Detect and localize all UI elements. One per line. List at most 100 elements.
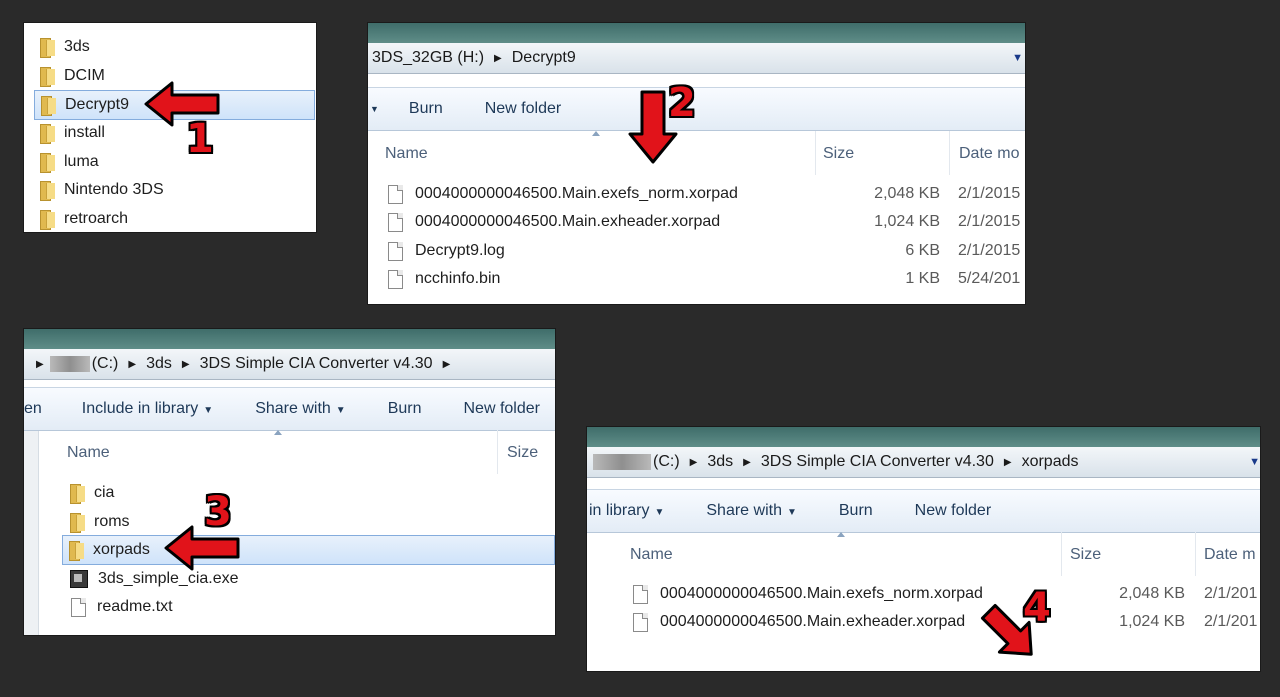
breadcrumb-folder[interactable]: 3DS Simple CIA Converter v4.30	[761, 453, 994, 471]
column-divider[interactable]	[815, 131, 816, 175]
new-folder-button[interactable]: New folder	[485, 100, 561, 118]
breadcrumb-separator-icon[interactable]: ▶	[690, 457, 698, 468]
breadcrumb-folder[interactable]: 3ds	[146, 355, 172, 373]
sort-indicator-icon	[274, 430, 282, 435]
file-row[interactable]: 0004000000046500.Main.exheader.xorpad 1,…	[587, 608, 1260, 636]
file-date: 5/24/201	[958, 270, 1021, 287]
file-date: 2/1/2015	[958, 185, 1021, 202]
include-in-library-button[interactable]: Include in library ▼	[82, 400, 213, 418]
breadcrumb-separator-icon[interactable]: ▶	[443, 359, 451, 370]
column-name[interactable]: Name	[630, 546, 673, 564]
file-size: 2,048 KB	[1119, 585, 1185, 602]
decrypt9-explorer-panel: 3DS_32GB (H:) ▶ Decrypt9 ▼ ▼ Burn New fo…	[367, 22, 1026, 305]
file-icon	[388, 269, 403, 289]
file-date: 2/1/2015	[958, 213, 1021, 230]
step-number-1: 1	[186, 116, 214, 162]
column-header: Name Size	[24, 430, 555, 474]
address-bar[interactable]: 3DS_32GB (H:) ▶ Decrypt9 ▼	[368, 43, 1025, 74]
column-size[interactable]: Size	[507, 444, 538, 462]
folder-row-cia[interactable]: cia	[64, 479, 555, 507]
file-icon	[388, 184, 403, 204]
item-name: roms	[94, 513, 130, 530]
breadcrumb-drive[interactable]: (C:)	[653, 453, 680, 471]
column-name[interactable]: Name	[385, 145, 428, 163]
sort-indicator-icon	[592, 131, 600, 136]
column-divider[interactable]	[949, 131, 950, 175]
breadcrumb-folder[interactable]: Decrypt9	[512, 49, 576, 67]
column-header: Name Size Date mo	[368, 131, 1025, 175]
caret-down-icon: ▼	[203, 405, 214, 416]
folder-item-retroarch[interactable]: retroarch	[34, 205, 316, 232]
folder-icon	[40, 210, 55, 230]
column-divider[interactable]	[1195, 532, 1196, 576]
column-header: Name Size Date m	[587, 532, 1260, 576]
folder-item-luma[interactable]: luma	[34, 148, 316, 176]
item-name: xorpads	[93, 541, 150, 558]
column-divider[interactable]	[1061, 532, 1062, 576]
folder-row-xorpads[interactable]: xorpads	[62, 535, 555, 565]
dropdown-arrow-icon[interactable]: ▼	[1012, 52, 1023, 64]
share-with-button[interactable]: Share with ▼	[706, 502, 797, 520]
breadcrumb-folder[interactable]: 3DS Simple CIA Converter v4.30	[200, 355, 433, 373]
burn-button[interactable]: Burn	[388, 400, 422, 418]
file-icon	[633, 584, 648, 604]
folder-label: retroarch	[64, 210, 129, 227]
share-label: Share with	[255, 400, 331, 417]
breadcrumb-separator-icon[interactable]: ▶	[128, 359, 136, 370]
breadcrumb-drive[interactable]: 3DS_32GB (H:)	[372, 49, 484, 67]
caret-down-icon: ▼	[335, 405, 346, 416]
folder-row-roms[interactable]: roms	[64, 508, 555, 536]
folder-label: install	[64, 124, 105, 141]
file-row[interactable]: Decrypt9.log 6 KB 2/1/2015	[368, 237, 1025, 265]
breadcrumb-separator-icon[interactable]: ▶	[743, 457, 751, 468]
column-size[interactable]: Size	[1070, 546, 1101, 564]
include-label: in library	[589, 502, 650, 519]
window-frame	[24, 329, 555, 349]
file-row[interactable]: 0004000000046500.Main.exefs_norm.xorpad …	[587, 580, 1260, 608]
folder-item-3ds[interactable]: 3ds	[34, 33, 316, 61]
cia-converter-explorer-panel: ▶ (C:) ▶ 3ds ▶ 3DS Simple CIA Converter …	[23, 328, 556, 636]
column-date[interactable]: Date mo	[959, 145, 1019, 163]
new-folder-button[interactable]: New folder	[915, 502, 991, 520]
file-row-exe[interactable]: 3ds_simple_cia.exe	[64, 565, 555, 593]
item-name: readme.txt	[97, 598, 173, 615]
breadcrumb-separator-icon[interactable]: ▶	[1004, 457, 1012, 468]
file-size: 1,024 KB	[1119, 613, 1185, 630]
include-in-library-button[interactable]: in library ▼	[589, 502, 664, 520]
file-size: 6 KB	[905, 242, 940, 259]
folder-item-nintendo-3ds[interactable]: Nintendo 3DS	[34, 176, 316, 204]
burn-button[interactable]: Burn	[839, 502, 873, 520]
new-folder-button[interactable]: New folder	[464, 400, 540, 418]
column-date[interactable]: Date m	[1204, 546, 1256, 564]
application-icon	[70, 570, 88, 588]
step-number-3: 3	[204, 489, 232, 535]
breadcrumb-separator-icon[interactable]: ▶	[36, 359, 44, 370]
address-bar[interactable]: ▶ (C:) ▶ 3ds ▶ 3DS Simple CIA Converter …	[24, 349, 555, 380]
file-name: Decrypt9.log	[415, 242, 505, 259]
column-divider[interactable]	[497, 430, 498, 474]
breadcrumb-drive[interactable]: (C:)	[92, 355, 119, 373]
file-icon	[388, 241, 403, 261]
folder-icon	[69, 541, 84, 561]
file-row[interactable]: 0004000000046500.Main.exheader.xorpad 1,…	[368, 208, 1025, 236]
organize-caret-icon[interactable]: ▼	[370, 104, 379, 114]
column-name[interactable]: Name	[67, 444, 110, 462]
share-label: Share with	[706, 502, 782, 519]
file-row[interactable]: ncchinfo.bin 1 KB 5/24/201	[368, 265, 1025, 293]
open-button-partial[interactable]: en	[24, 400, 42, 418]
breadcrumb-folder[interactable]: 3ds	[707, 453, 733, 471]
file-row[interactable]: 0004000000046500.Main.exefs_norm.xorpad …	[368, 180, 1025, 208]
folder-label: luma	[64, 153, 99, 170]
breadcrumb-separator-icon[interactable]: ▶	[182, 359, 190, 370]
xorpads-explorer-panel: (C:) ▶ 3ds ▶ 3DS Simple CIA Converter v4…	[586, 426, 1261, 672]
burn-button[interactable]: Burn	[409, 100, 443, 118]
dropdown-arrow-icon[interactable]: ▼	[1249, 456, 1260, 468]
breadcrumb-separator-icon[interactable]: ▶	[494, 53, 502, 64]
share-with-button[interactable]: Share with ▼	[255, 400, 346, 418]
breadcrumb-folder[interactable]: xorpads	[1022, 453, 1079, 471]
address-bar[interactable]: (C:) ▶ 3ds ▶ 3DS Simple CIA Converter v4…	[587, 447, 1260, 478]
file-row-readme[interactable]: readme.txt	[64, 593, 555, 621]
column-size[interactable]: Size	[823, 145, 854, 163]
file-date: 2/1/201	[1204, 613, 1258, 630]
folder-label: Nintendo 3DS	[64, 181, 164, 198]
